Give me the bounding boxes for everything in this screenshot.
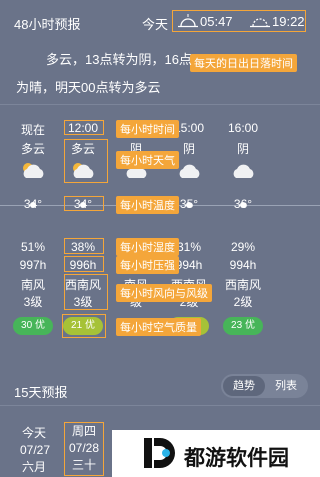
hour-pressure: 997h — [19, 258, 47, 272]
weather-summary: 多云，13点转为阴，16点 为晴，明天00点转为多云 — [0, 46, 320, 102]
day-lunar: 三十 — [71, 458, 96, 472]
pressure-annotation: 每小时压强 — [116, 256, 179, 274]
hour-humidity: 51% — [20, 240, 46, 254]
watermark-text: 都游软件园 — [184, 447, 289, 470]
wind-annotation: 每小时风向与风级 — [116, 284, 212, 302]
today-label: 今天 — [142, 17, 169, 32]
time-annotation: 每小时时间 — [116, 120, 179, 138]
divider — [0, 405, 320, 406]
partly-cloudy-icon — [23, 163, 44, 178]
tab-list[interactable]: 列表 — [266, 376, 306, 396]
hour-weather: 阴 — [236, 142, 249, 156]
summary-line-2: 为晴，明天00点转为多云 — [16, 80, 161, 95]
aqi-annotation: 每小时空气质量 — [116, 318, 201, 336]
temp-highlight-box — [64, 196, 104, 211]
day-date: 07/27 — [20, 443, 51, 457]
day-label: 周四 — [71, 424, 96, 438]
hour-pressure: 994h — [229, 258, 257, 272]
watermark-icon — [144, 438, 175, 468]
hour-wind-direction: 南风 — [20, 278, 45, 292]
hour-wind-level: 3级 — [23, 295, 43, 309]
summary-line-1: 多云，13点转为阴，16点 — [46, 52, 192, 67]
weather-annotation: 每小时天气 — [116, 151, 179, 169]
day-today-col: 今天 07/27 六月 — [20, 425, 51, 476]
hour-wind-level: 2级 — [233, 295, 253, 309]
temp-point — [30, 202, 36, 208]
forecast-15d-title: 15天预报 — [14, 385, 68, 400]
view-toggle[interactable]: 趋势 列表 — [221, 374, 308, 398]
cloudy-icon — [233, 164, 254, 178]
day-tomorrow-col: 周四 07/28 三十 — [64, 422, 104, 476]
humidity-highlight-box — [64, 238, 104, 254]
day-label: 今天 — [21, 426, 46, 440]
temp-point — [240, 202, 246, 208]
forecast-48h-title: 48小时预报 — [14, 17, 81, 32]
temp-annotation: 每小时温度 — [116, 196, 179, 214]
pressure-highlight-box — [64, 256, 104, 272]
humidity-annotation: 每小时湿度 — [116, 238, 179, 256]
watermark-logo: 都游软件园 — [112, 430, 320, 477]
hour-time: 现在 — [20, 123, 45, 137]
sun-highlight-box — [172, 10, 306, 32]
divider — [0, 104, 320, 105]
aqi-badge: 30 优 — [13, 317, 53, 335]
weather-highlight-box — [64, 139, 108, 183]
hour-time: 16:00 — [227, 121, 259, 135]
tab-trend[interactable]: 趋势 — [223, 376, 265, 396]
hour-weather: 多云 — [20, 142, 45, 156]
aqi-badge: 23 优 — [223, 317, 263, 335]
wind-highlight-box — [64, 274, 108, 310]
time-highlight-box — [64, 120, 104, 135]
hour-humidity: 29% — [230, 240, 256, 254]
day-date: 07/28 — [68, 441, 100, 455]
hour-wind-direction: 西南风 — [224, 278, 261, 292]
temp-point — [186, 202, 192, 208]
day-lunar: 六月 — [21, 460, 46, 474]
aqi-highlight-box — [62, 314, 106, 338]
